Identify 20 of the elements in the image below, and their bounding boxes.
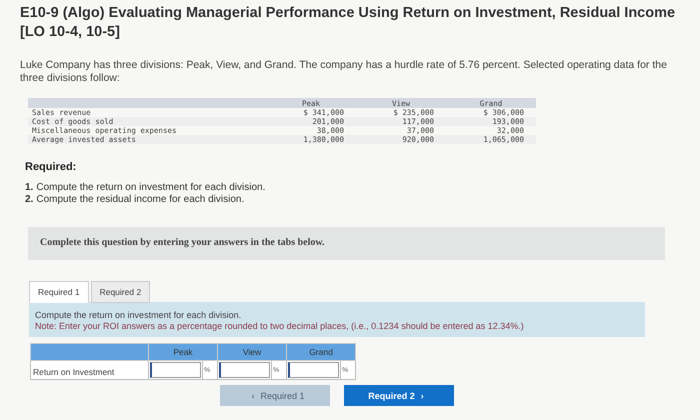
- answer-field[interactable]: [219, 362, 270, 378]
- tab[interactable]: Required 1: [29, 281, 89, 303]
- item-number: 1.: [25, 182, 34, 193]
- column-header: Peak: [148, 344, 218, 360]
- instruction-text: Compute the return on investment for each division.: [35, 310, 242, 321]
- item-number: 2.: [25, 194, 34, 205]
- answer-field[interactable]: [150, 362, 201, 378]
- instruction-banner: Complete this question by entering your answers in the tabs below.: [28, 227, 665, 260]
- exercise-title: E10-9 (Algo) Evaluating Managerial Performance Using Return on Investment, Residual Income [LO 10-4, 10-5]: [20, 4, 676, 42]
- row-label: Return on Investment: [30, 360, 148, 380]
- tab[interactable]: Required 2: [90, 281, 150, 303]
- required-heading: Required:: [25, 161, 78, 173]
- nav-button[interactable]: Required 2 ›: [344, 385, 454, 406]
- required-item: Compute the return on investment for each division.: [36, 182, 266, 193]
- required-item: Compute the residual income for each division.: [36, 194, 244, 205]
- answer-field[interactable]: [288, 362, 339, 378]
- note-text: Note: Enter your ROI answers as a percentage rounded to two decimal places, (i.e., 0.1234 should be entered as 12.34%.): [35, 321, 525, 332]
- column-header: View: [218, 344, 286, 360]
- intro-paragraph: Luke Company has three divisions: Peak, View, and Grand. The company has a hurdle rate of 5.76 percent. Selected operating data for the three divisions follow:: [20, 59, 668, 85]
- column-header: Grand: [286, 344, 356, 360]
